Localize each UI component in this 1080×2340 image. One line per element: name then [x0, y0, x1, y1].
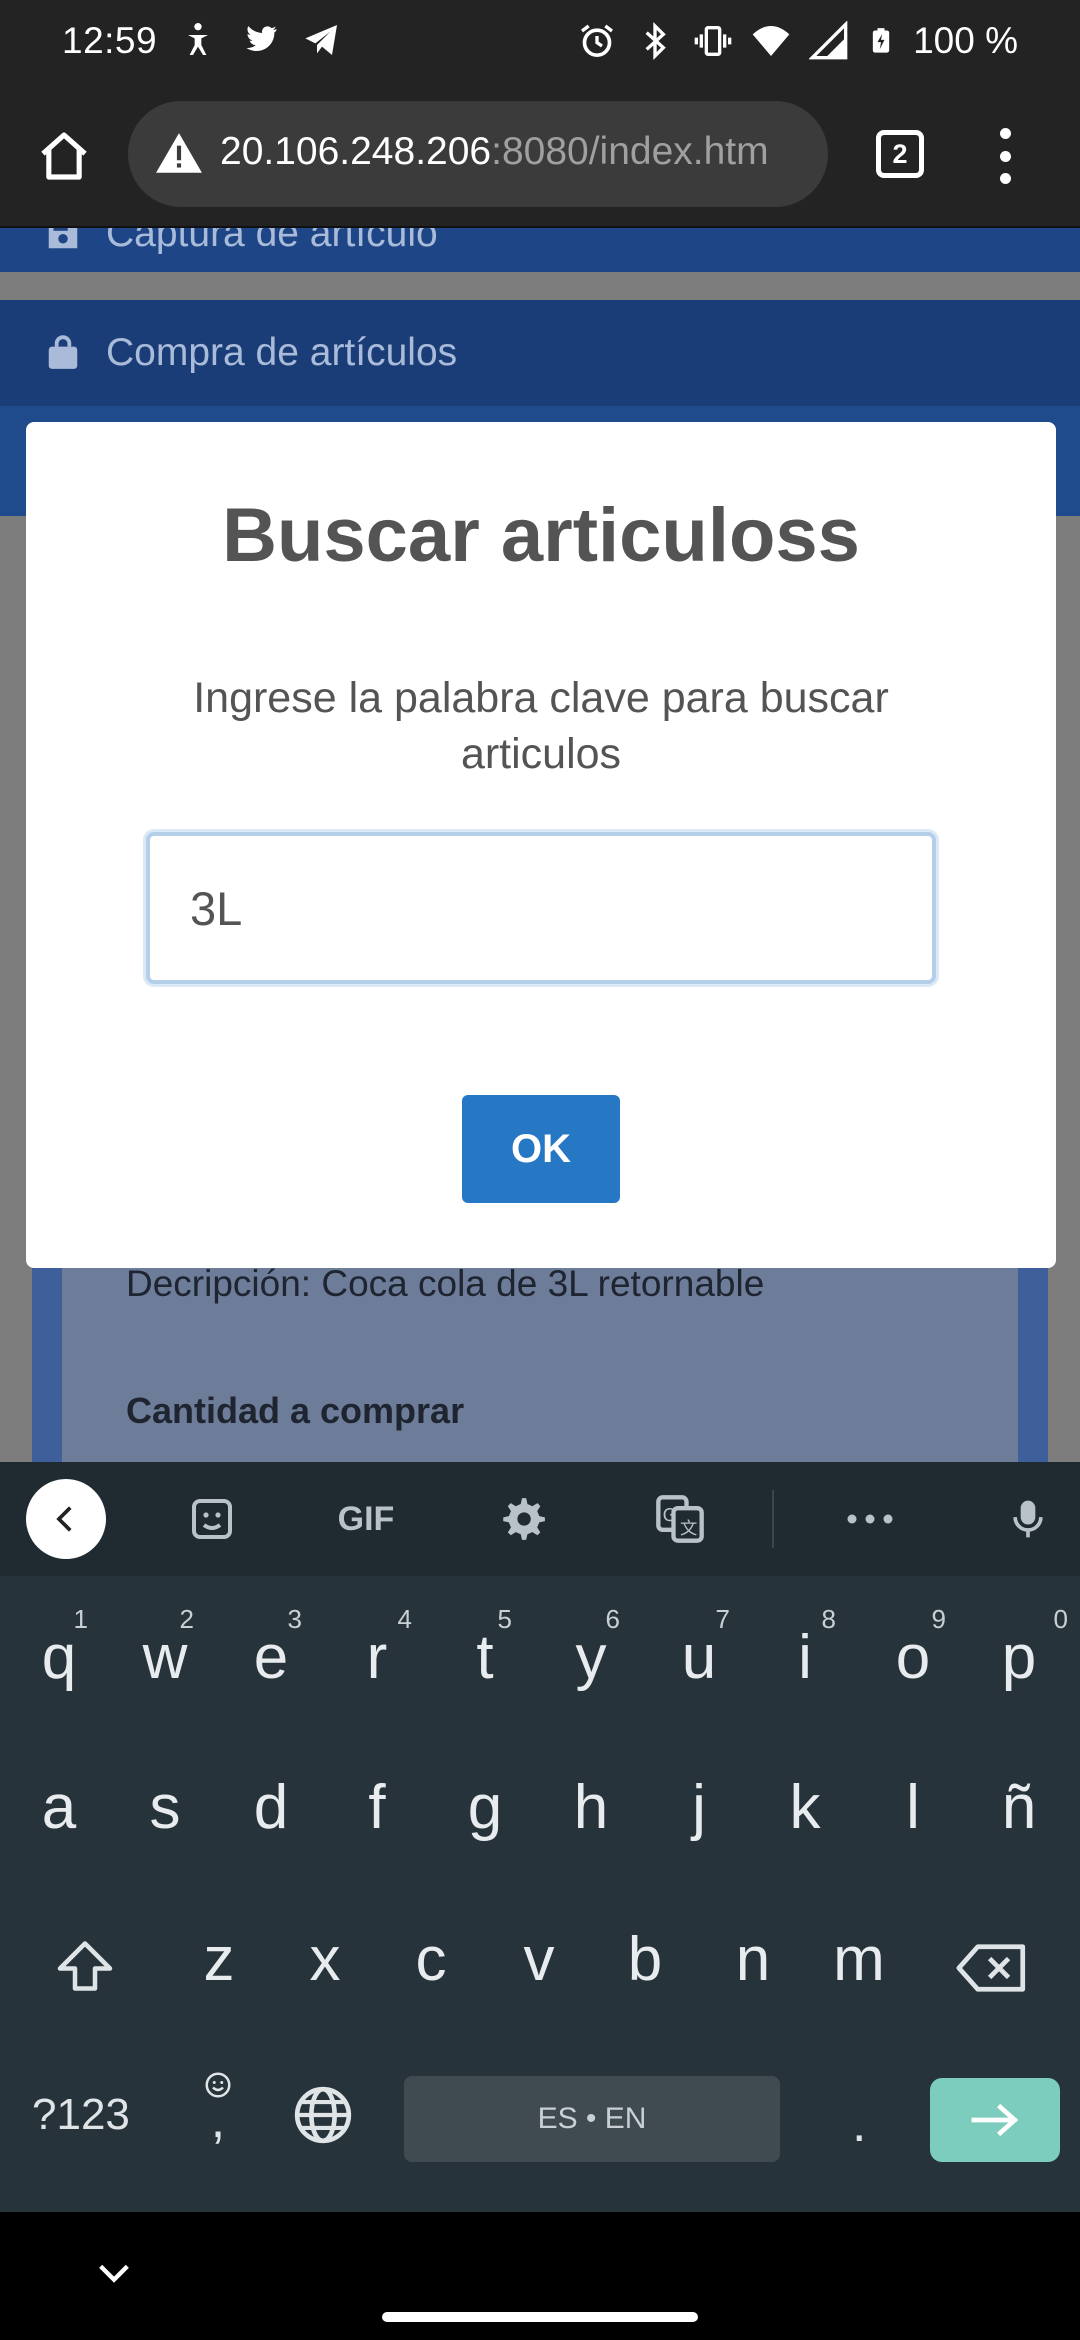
key-e[interactable]: e3	[226, 1604, 316, 1693]
microphone-icon	[1013, 1500, 1043, 1538]
nav-item-label: Compra de artículos	[106, 331, 458, 374]
menu-dot-icon	[999, 128, 1011, 139]
key-p[interactable]: p0	[974, 1604, 1068, 1693]
home-button[interactable]	[30, 122, 98, 190]
browser-menu-button[interactable]	[990, 124, 1020, 188]
key-d[interactable]: d	[226, 1772, 316, 1843]
key-w[interactable]: w2	[120, 1604, 210, 1693]
more-options-button[interactable]	[840, 1489, 900, 1549]
keyboard-toolbar: GIF G文	[0, 1462, 1080, 1576]
translate-button[interactable]: G文	[650, 1489, 710, 1549]
sticker-button[interactable]	[182, 1489, 242, 1549]
key-n-tilde[interactable]: ñ	[974, 1772, 1064, 1843]
arrow-right-icon	[971, 2103, 1019, 2137]
enter-key[interactable]	[930, 2078, 1060, 2162]
key-z[interactable]: z	[174, 1924, 264, 1995]
symbols-key[interactable]: ?123	[32, 2090, 130, 2140]
dialog-title: Buscar articuloss	[222, 493, 860, 578]
key-v[interactable]: v	[494, 1924, 584, 1995]
keyboard-collapse-button[interactable]	[26, 1479, 106, 1559]
key-c[interactable]: c	[386, 1924, 476, 1995]
tab-count: 2	[892, 138, 908, 169]
status-bar: 12:59 100 %	[0, 0, 1080, 84]
battery-charging-icon	[872, 28, 890, 53]
translate-icon: G文	[656, 1495, 704, 1543]
signal-icon	[809, 21, 848, 60]
system-navigation-bar	[0, 2212, 1080, 2340]
shift-icon	[57, 1941, 113, 1991]
dialog-message: Ingrese la palabra clave para buscar art…	[193, 674, 889, 778]
key-f[interactable]: f	[332, 1772, 422, 1843]
key-i[interactable]: i8	[760, 1604, 850, 1693]
sticker-icon	[192, 1499, 232, 1539]
key-r[interactable]: r4	[332, 1604, 422, 1693]
browser-toolbar: 20.106.248.206:8080/index.htm 2	[0, 84, 1080, 228]
key-a[interactable]: a	[14, 1772, 104, 1843]
key-t[interactable]: t5	[440, 1604, 530, 1693]
gear-icon	[503, 1498, 545, 1540]
vibrate-icon	[694, 26, 732, 56]
bluetooth-icon	[645, 21, 666, 61]
home-icon	[41, 132, 87, 180]
space-key[interactable]: ES • EN	[404, 2076, 780, 2162]
key-l[interactable]: l	[868, 1772, 958, 1843]
key-b[interactable]: b	[600, 1924, 690, 1995]
product-description: Decripción: Coca cola de 3L retornable	[126, 1263, 765, 1304]
key-m[interactable]: m	[814, 1924, 904, 1995]
battery-percent: 100 %	[913, 20, 1018, 61]
url-text[interactable]: 20.106.248.206:8080/index.htm	[220, 130, 769, 174]
language-key[interactable]	[292, 2084, 354, 2151]
nav-item-label: Captura de artículo	[106, 228, 438, 255]
search-input[interactable]: 3L	[146, 832, 936, 984]
url-host: 20.106.248.206	[220, 130, 492, 173]
twitter-icon	[246, 26, 277, 51]
toolbar-divider	[772, 1490, 774, 1548]
status-time: 12:59	[62, 20, 158, 61]
key-q[interactable]: q1	[14, 1604, 104, 1693]
address-bar[interactable]: 20.106.248.206:8080/index.htm	[128, 101, 828, 207]
accessibility-icon	[188, 23, 208, 55]
key-s[interactable]: s	[120, 1772, 210, 1843]
voice-input-button[interactable]	[1000, 1489, 1056, 1549]
tab-switcher-button[interactable]: 2	[876, 130, 924, 178]
shift-key[interactable]	[50, 1936, 120, 2001]
settings-button[interactable]	[492, 1489, 552, 1549]
key-g[interactable]: g	[440, 1772, 530, 1843]
search-dialog: Buscar articuloss Ingrese la palabra cla…	[26, 422, 1056, 1268]
warning-icon[interactable]	[152, 129, 206, 179]
more-horizontal-icon	[847, 1514, 893, 1524]
key-h[interactable]: h	[546, 1772, 636, 1843]
backspace-icon	[956, 1944, 1026, 1992]
ok-button[interactable]: OK	[462, 1095, 620, 1203]
key-u[interactable]: u7	[654, 1604, 744, 1693]
gif-button[interactable]: GIF	[326, 1489, 406, 1549]
svg-text:G: G	[663, 1506, 676, 1526]
wifi-icon	[752, 26, 790, 56]
emoji-comma-key[interactable]: ,	[196, 2070, 240, 2146]
svg-text:文: 文	[680, 1519, 697, 1539]
chevron-left-icon	[56, 1506, 72, 1532]
nav-item-captura[interactable]: Captura de artículo	[0, 228, 1080, 272]
url-path: :8080/index.htm	[491, 130, 769, 173]
nav-item-compra[interactable]: Compra de artículos	[0, 300, 1080, 406]
save-icon	[48, 228, 78, 249]
key-y[interactable]: y6	[546, 1604, 636, 1693]
key-x[interactable]: x	[280, 1924, 370, 1995]
telegram-icon	[305, 25, 337, 55]
key-o[interactable]: o9	[868, 1604, 958, 1693]
backspace-key[interactable]	[956, 1942, 1028, 1999]
home-gesture-pill[interactable]	[382, 2312, 698, 2322]
globe-icon	[294, 2086, 352, 2144]
shopping-bag-icon	[48, 335, 78, 369]
key-n[interactable]: n	[708, 1924, 798, 1995]
key-j[interactable]: j	[654, 1772, 744, 1843]
chevron-down-icon[interactable]	[94, 2258, 134, 2288]
period-key[interactable]: .	[852, 2094, 866, 2154]
alarm-icon	[581, 24, 614, 58]
quantity-label: Cantidad a comprar	[126, 1390, 465, 1431]
key-k[interactable]: k	[760, 1772, 850, 1843]
